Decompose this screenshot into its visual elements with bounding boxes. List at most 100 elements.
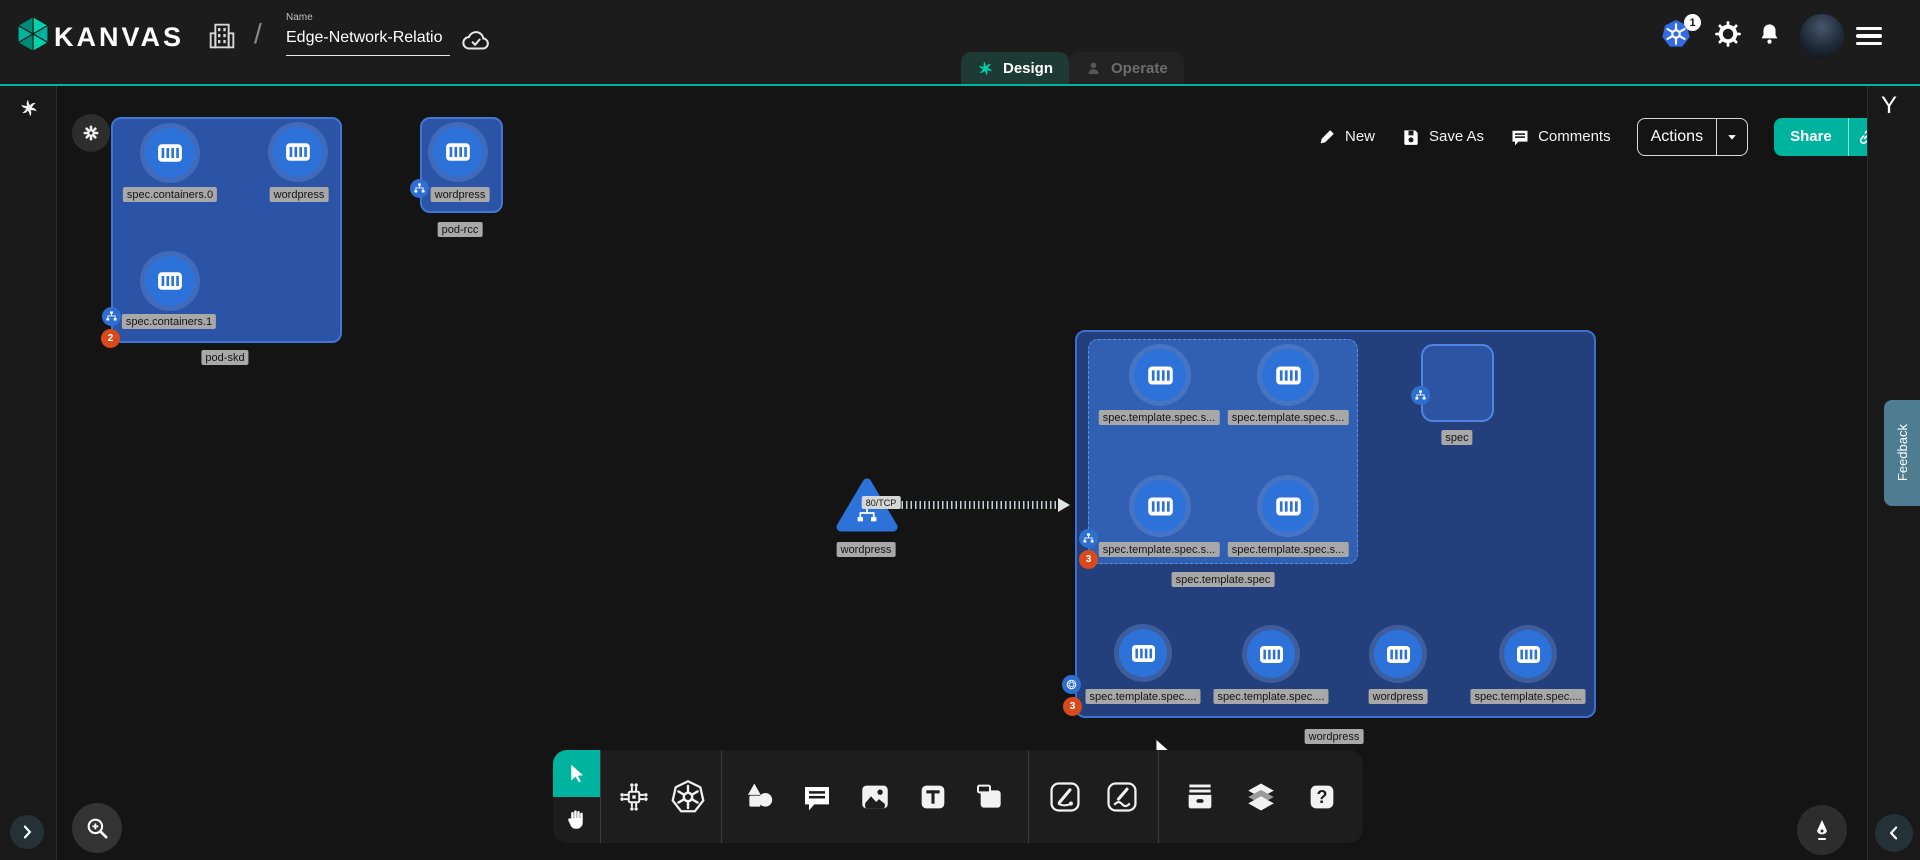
node-bottom-1[interactable] xyxy=(1119,629,1167,677)
layers-icon xyxy=(1244,780,1278,814)
chevron-right-icon xyxy=(17,822,37,842)
settings-gear-icon[interactable] xyxy=(1714,20,1742,48)
tab-operate[interactable]: Operate xyxy=(1069,52,1184,84)
freehand-draw-tool[interactable] xyxy=(1102,777,1142,817)
node-template-4[interactable] xyxy=(1262,480,1314,532)
sticky-note-icon xyxy=(974,781,1006,813)
container-icon xyxy=(1514,640,1543,669)
save-as-button[interactable]: Save As xyxy=(1401,127,1484,147)
select-tool[interactable] xyxy=(553,750,600,797)
user-avatar[interactable] xyxy=(1800,14,1844,58)
group-count-badge[interactable]: 3 xyxy=(1079,550,1098,569)
pencil-squiggle-icon xyxy=(1105,780,1139,814)
dot-grid-button[interactable] xyxy=(72,114,110,152)
layers-tool[interactable] xyxy=(1241,777,1281,817)
group-count-badge[interactable]: 2 xyxy=(101,329,120,348)
group-relationship-badge[interactable] xyxy=(1079,529,1098,548)
container-icon xyxy=(1145,491,1176,522)
expand-right-panel-button[interactable] xyxy=(1875,814,1913,852)
design-pen-button[interactable] xyxy=(1797,805,1847,855)
edge-service-to-deployment[interactable] xyxy=(897,501,1059,509)
node-label: spec.containers.0 xyxy=(123,187,217,202)
canvas-action-bar: New Save As Comments Actions Share xyxy=(1318,117,1885,156)
note-tool[interactable] xyxy=(970,777,1010,817)
image-tool[interactable] xyxy=(855,777,895,817)
comment-tool[interactable] xyxy=(797,777,837,817)
new-button[interactable]: New xyxy=(1318,127,1375,146)
actions-dropdown-toggle[interactable] xyxy=(1717,119,1747,155)
node-bottom-2[interactable] xyxy=(1247,630,1295,678)
comment-icon xyxy=(1510,127,1530,147)
container-icon xyxy=(283,137,313,167)
drawer-tool[interactable] xyxy=(1180,777,1220,817)
node-label: spec.template.spec.s... xyxy=(1228,542,1349,557)
design-pinwheel-icon[interactable] xyxy=(19,98,39,118)
group-count-badge[interactable]: 3 xyxy=(1063,697,1082,716)
cloud-saved-icon xyxy=(458,26,494,56)
share-label[interactable]: Share xyxy=(1774,118,1848,156)
node-skd-wordpress[interactable] xyxy=(273,127,323,177)
tab-design[interactable]: Design xyxy=(961,52,1069,84)
kubernetes-components-tool[interactable] xyxy=(668,777,708,817)
kubernetes-icon xyxy=(670,779,706,815)
group-spec[interactable] xyxy=(1421,344,1494,422)
mode-tabs: Design Operate xyxy=(961,52,1184,84)
feedback-tab[interactable]: Feedback xyxy=(1884,400,1920,506)
node-label: spec.template.spec.s... xyxy=(1099,542,1220,557)
organization-icon[interactable] xyxy=(206,19,238,53)
floppy-icon xyxy=(1401,127,1421,147)
comments-button[interactable]: Comments xyxy=(1510,127,1611,147)
container-icon xyxy=(1257,640,1286,669)
design-name-label: Name xyxy=(286,12,450,23)
kubernetes-context-badge: 1 xyxy=(1684,14,1701,31)
menu-hamburger-icon[interactable] xyxy=(1856,27,1882,45)
group-relationship-badge[interactable] xyxy=(102,307,121,326)
chevron-left-icon xyxy=(1884,823,1904,843)
image-icon xyxy=(858,780,892,814)
node-template-2[interactable] xyxy=(1262,349,1314,401)
tree-icon xyxy=(1414,389,1427,402)
design-mode-icon xyxy=(977,60,994,77)
help-button[interactable] xyxy=(1302,777,1342,817)
sphere-icon xyxy=(1065,678,1078,691)
node-rcc-wordpress[interactable] xyxy=(433,127,483,177)
zoom-button[interactable] xyxy=(72,803,122,853)
node-bottom-wordpress[interactable] xyxy=(1374,630,1422,678)
actions-label[interactable]: Actions xyxy=(1638,119,1716,155)
notifications-bell-icon[interactable] xyxy=(1757,21,1782,47)
left-rail xyxy=(0,86,57,860)
group-relationship-badge[interactable] xyxy=(1411,386,1430,405)
container-icon xyxy=(155,138,185,168)
components-tool[interactable] xyxy=(614,777,654,817)
pan-tool[interactable] xyxy=(553,797,600,843)
edge-arrowhead-icon xyxy=(1058,498,1070,512)
text-icon xyxy=(917,781,949,813)
y-panel-icon[interactable]: Y xyxy=(1881,92,1897,120)
operate-mode-icon xyxy=(1085,60,1102,77)
group-spec-template-spec[interactable] xyxy=(1088,339,1358,564)
search-plus-icon xyxy=(84,815,110,841)
comments-label: Comments xyxy=(1538,128,1611,145)
feedback-label: Feedback xyxy=(1895,424,1910,481)
actions-split-button[interactable]: Actions xyxy=(1637,118,1748,156)
save-as-label: Save As xyxy=(1429,128,1484,145)
node-label: wordpress xyxy=(431,187,490,202)
container-icon xyxy=(1129,639,1158,668)
group-relationship-badge[interactable] xyxy=(1062,675,1081,694)
node-bottom-4[interactable] xyxy=(1504,630,1552,678)
container-icon xyxy=(1273,360,1304,391)
node-spec-containers-0[interactable] xyxy=(145,128,195,178)
design-name-input[interactable]: Edge-Network-Relatio xyxy=(286,29,450,56)
shapes-tool[interactable] xyxy=(740,777,780,817)
node-template-3[interactable] xyxy=(1134,480,1186,532)
node-spec-containers-1[interactable] xyxy=(145,256,195,306)
pen-path-icon xyxy=(1048,780,1082,814)
expand-left-panel-button[interactable] xyxy=(10,815,44,849)
text-tool[interactable] xyxy=(913,777,953,817)
group-relationship-badge[interactable] xyxy=(410,179,429,198)
design-name-field[interactable]: Name Edge-Network-Relatio xyxy=(286,12,450,56)
node-label: spec.template.spec.... xyxy=(1471,689,1586,704)
edge-draw-tool[interactable] xyxy=(1045,777,1085,817)
node-template-1[interactable] xyxy=(1134,349,1186,401)
cursor-arrow-icon xyxy=(566,763,587,784)
